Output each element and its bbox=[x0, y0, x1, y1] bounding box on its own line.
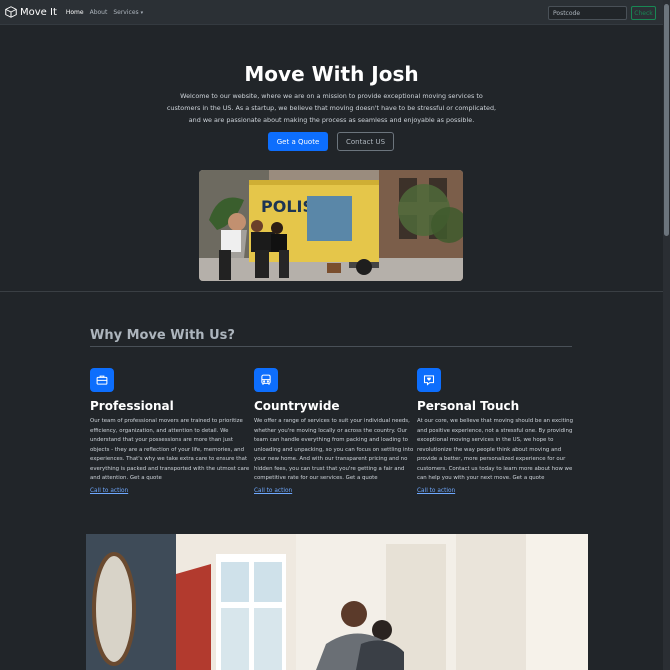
nav-link-services-label: Services bbox=[113, 8, 139, 16]
feature-heading: Personal Touch bbox=[417, 399, 520, 413]
feature-professional: Professional Our team of professional mo… bbox=[90, 368, 250, 494]
nav-link-home[interactable]: Home bbox=[66, 9, 84, 16]
briefcase-icon bbox=[90, 368, 114, 392]
box-icon bbox=[5, 6, 17, 18]
feature-text: We offer a range of services to suit you… bbox=[254, 418, 414, 481]
brand-name: Move It bbox=[20, 6, 57, 18]
hero-title: Move With Josh bbox=[244, 62, 419, 86]
nav-link-about[interactable]: About bbox=[90, 9, 108, 16]
feature-countrywide: Countrywide We offer a range of services… bbox=[254, 368, 414, 494]
feature-text: At our core, we believe that moving shou… bbox=[417, 418, 574, 481]
nav-links: Home About Services ▾ bbox=[66, 9, 155, 16]
nav-link-services[interactable]: Services ▾ bbox=[113, 9, 149, 16]
contact-us-button[interactable]: Contact US bbox=[337, 132, 394, 151]
feature-personal-touch: Personal Touch At our core, we believe t… bbox=[417, 368, 577, 494]
get-quote-button[interactable]: Get a Quote bbox=[268, 132, 328, 151]
features-rule bbox=[90, 346, 572, 347]
scrollbar[interactable] bbox=[663, 0, 670, 670]
brand[interactable]: Move It bbox=[5, 6, 57, 18]
feature-text: Our team of professional movers are trai… bbox=[90, 418, 250, 481]
features-title: Why Move With Us? bbox=[90, 328, 235, 343]
postcode-input[interactable] bbox=[548, 6, 627, 20]
navbar: Move It Home About Services▾ Check bbox=[0, 0, 663, 25]
feature-heading: Professional bbox=[90, 399, 174, 413]
call-to-action-link[interactable]: Call to action bbox=[417, 488, 455, 494]
scrollbar-thumb[interactable] bbox=[664, 4, 669, 236]
call-to-action-link[interactable]: Call to action bbox=[254, 488, 292, 494]
feature-heading: Countrywide bbox=[254, 399, 340, 413]
check-button[interactable]: Check bbox=[631, 6, 656, 20]
truck-text: POLIS bbox=[261, 197, 314, 216]
bus-icon bbox=[254, 368, 278, 392]
call-to-action-link[interactable]: Call to action bbox=[90, 488, 128, 494]
section-divider bbox=[0, 291, 663, 292]
hero-image: POLIS bbox=[199, 170, 463, 281]
chevron-down-icon: ▾ bbox=[140, 9, 144, 16]
hero-lead: Welcome to our website, where we are on … bbox=[166, 92, 497, 124]
heart-chat-icon bbox=[417, 368, 441, 392]
couple-photo bbox=[86, 534, 588, 670]
